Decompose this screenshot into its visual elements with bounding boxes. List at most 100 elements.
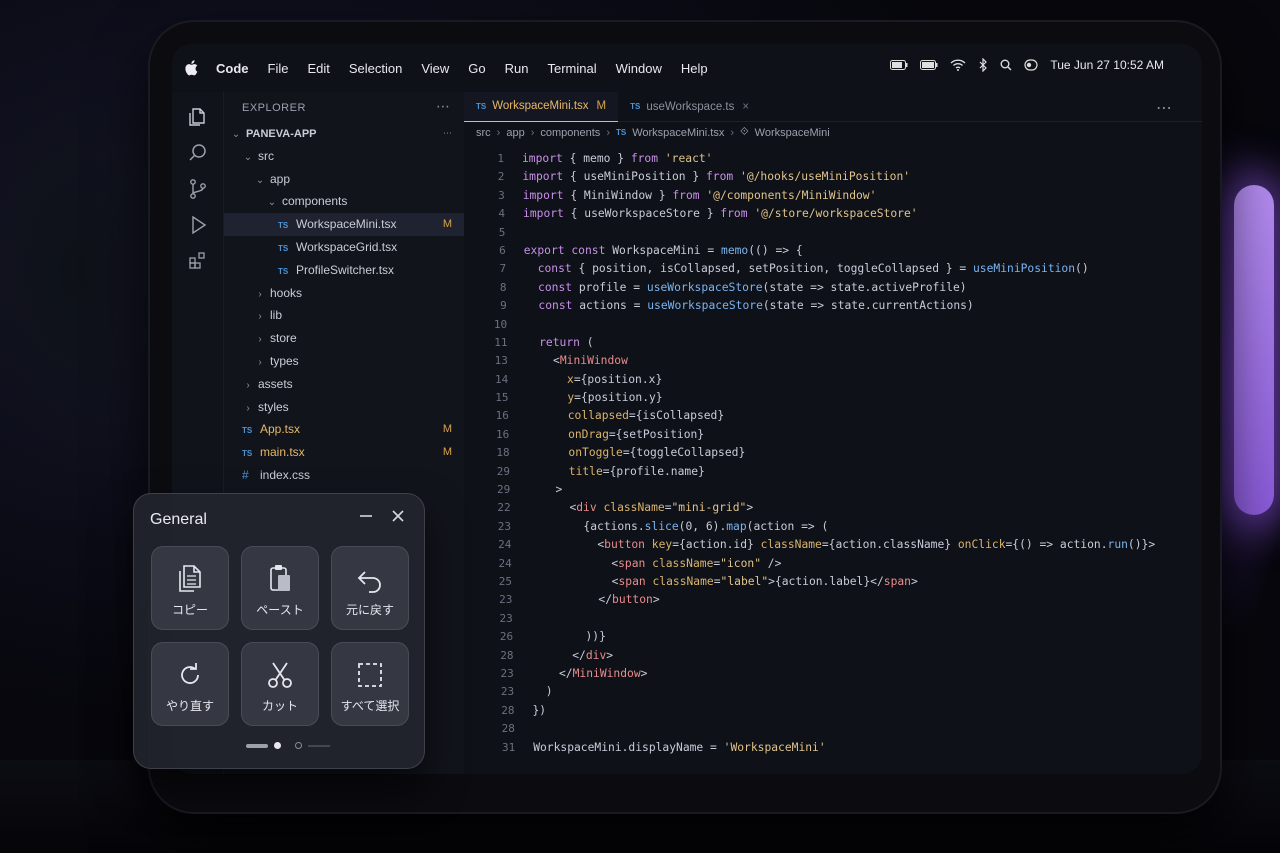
file-item[interactable]: # index.css bbox=[224, 464, 464, 487]
explorer-icon[interactable] bbox=[187, 106, 209, 128]
code-line[interactable]: 11 return ( bbox=[468, 334, 1203, 352]
close-icon[interactable] bbox=[388, 506, 408, 526]
file-item[interactable]: TS App.tsx M bbox=[224, 418, 464, 441]
line-number: 11 bbox=[494, 335, 508, 349]
cut-button[interactable]: カット bbox=[241, 642, 319, 726]
code-line[interactable]: 2 import { useMiniPosition } from '@/hook… bbox=[464, 168, 1202, 186]
menu-view[interactable]: View bbox=[421, 61, 449, 76]
editor-area: TS WorkspaceMini.tsx M TS useWorkspace.t… bbox=[464, 91, 1202, 774]
code-line[interactable]: 23 </button> bbox=[472, 591, 1202, 609]
select-all-button[interactable]: すべて選択 bbox=[331, 642, 409, 726]
code-line[interactable]: 10 bbox=[467, 316, 1202, 334]
code-text: const { position, isCollapsed, setPositi… bbox=[537, 262, 1089, 276]
folder-item[interactable]: › hooks bbox=[224, 282, 464, 305]
breadcrumb-item[interactable]: src bbox=[476, 127, 491, 139]
project-root[interactable]: ⌄ PANEVA-APP ⋯ bbox=[224, 122, 464, 145]
more-actions-icon[interactable]: ⋯ bbox=[436, 98, 450, 115]
code-line[interactable]: 16 collapsed={isCollapsed} bbox=[469, 407, 1202, 425]
file-item[interactable]: TS WorkspaceGrid.tsx bbox=[224, 236, 464, 259]
battery-indicator-icon[interactable] bbox=[890, 60, 908, 70]
menu-go[interactable]: Go bbox=[468, 61, 485, 76]
file-item[interactable]: TS WorkspaceMini.tsx M bbox=[224, 213, 464, 236]
page-indicator[interactable] bbox=[246, 742, 330, 749]
folder-item[interactable]: › store bbox=[224, 327, 464, 350]
file-item[interactable]: TS ProfileSwitcher.tsx bbox=[224, 259, 464, 282]
code-line[interactable]: 26 ))} bbox=[473, 628, 1202, 646]
folder-item[interactable]: ⌄ components bbox=[224, 190, 464, 213]
code-line[interactable]: 4 import { useWorkspaceStore } from '@/st… bbox=[465, 205, 1202, 223]
code-line[interactable]: 28}) bbox=[475, 702, 1203, 720]
code-line[interactable]: 29 > bbox=[470, 481, 1202, 499]
search-icon[interactable] bbox=[187, 142, 209, 164]
folder-item[interactable]: › assets bbox=[224, 373, 464, 396]
code-line[interactable]: 23 bbox=[473, 610, 1202, 628]
light-bar bbox=[1234, 185, 1274, 515]
battery-icon[interactable] bbox=[920, 60, 938, 70]
folder-item[interactable]: › lib bbox=[224, 304, 464, 327]
tab-useworkspace[interactable]: TS useWorkspace.ts × bbox=[618, 92, 761, 122]
code-line[interactable]: 8 const profile = useWorkspaceStore(stat… bbox=[466, 279, 1202, 297]
search-icon[interactable] bbox=[1000, 59, 1012, 71]
code-line[interactable]: 24 <button key={action.id} className={ac… bbox=[471, 536, 1202, 554]
menu-edit[interactable]: Edit bbox=[307, 61, 329, 76]
code-line[interactable]: 9 const actions = useWorkspaceStore(stat… bbox=[467, 297, 1202, 315]
folder-item[interactable]: › types bbox=[224, 350, 464, 373]
redo-button[interactable]: やり直す bbox=[151, 642, 229, 726]
code-line[interactable]: 7 const { position, isCollapsed, setPosi… bbox=[466, 260, 1202, 278]
tab-workspacemini[interactable]: TS WorkspaceMini.tsx M bbox=[464, 91, 619, 122]
breadcrumb-item[interactable]: WorkspaceMini.tsx bbox=[632, 127, 724, 139]
undo-button[interactable]: 元に戻す bbox=[331, 546, 409, 630]
code-line[interactable]: 23 </MiniWindow> bbox=[474, 665, 1202, 683]
extensions-icon[interactable] bbox=[187, 250, 209, 272]
menu-terminal[interactable]: Terminal bbox=[548, 61, 597, 76]
code-line[interactable]: 22 <div className="mini-grid"> bbox=[471, 499, 1202, 517]
file-item[interactable]: TS main.tsx M bbox=[224, 441, 464, 464]
code-line[interactable]: 14 x={position.x} bbox=[468, 371, 1202, 389]
code-line[interactable]: 28 bbox=[475, 720, 1202, 738]
folder-item[interactable]: ⌄ src bbox=[224, 145, 464, 168]
minimize-icon[interactable] bbox=[356, 506, 376, 526]
source-control-icon[interactable] bbox=[187, 178, 209, 200]
close-icon[interactable]: × bbox=[742, 101, 749, 113]
code-line[interactable]: 1 import { memo } from 'react' bbox=[464, 150, 1202, 168]
folder-item[interactable]: ⌄ app bbox=[224, 168, 464, 191]
bluetooth-icon[interactable] bbox=[978, 58, 988, 72]
breadcrumb-item[interactable]: WorkspaceMini bbox=[755, 127, 830, 139]
code-text: x={position.x} bbox=[567, 372, 663, 386]
code-editor[interactable]: 1 import { memo } from 'react' 2 import { u… bbox=[464, 150, 1202, 757]
code-line[interactable]: 31 WorkspaceMini.displayName = 'Workspace… bbox=[475, 739, 1202, 757]
code-text: import { useMiniPosition } from '@/hooks… bbox=[522, 170, 911, 184]
code-line[interactable]: 24 <span className="icon" /> bbox=[472, 555, 1202, 573]
copy-button[interactable]: コピー bbox=[151, 546, 229, 630]
code-line[interactable]: 18 onToggle={toggleCollapsed} bbox=[470, 444, 1202, 462]
menu-clock[interactable]: Tue Jun 27 10:52 AM bbox=[1050, 58, 1164, 72]
menu-file[interactable]: File bbox=[268, 61, 289, 76]
menu-app-name[interactable]: Code bbox=[216, 61, 249, 76]
control-center-icon[interactable] bbox=[1024, 59, 1038, 71]
menu-run[interactable]: Run bbox=[505, 61, 529, 76]
code-line[interactable]: 16 onDrag={setPosition} bbox=[469, 426, 1202, 444]
code-line[interactable]: 15 y={position.y} bbox=[469, 389, 1202, 407]
code-line[interactable]: 3 import { MiniWindow } from '@/component… bbox=[465, 187, 1202, 205]
apple-icon[interactable] bbox=[184, 59, 200, 77]
paste-button[interactable]: ペースト bbox=[241, 546, 319, 630]
more-actions-icon[interactable]: ⋯ bbox=[1156, 98, 1172, 118]
code-line[interactable]: 13 <MiniWindow bbox=[468, 352, 1202, 370]
breadcrumb-item[interactable]: app bbox=[506, 127, 524, 139]
code-line[interactable]: 23 {actions.slice(0, 6).map(action => ( bbox=[471, 518, 1202, 536]
line-number: 14 bbox=[494, 372, 509, 386]
menu-selection[interactable]: Selection bbox=[349, 61, 402, 76]
code-line[interactable]: 28 </div> bbox=[473, 647, 1202, 665]
breadcrumb-item[interactable]: components bbox=[540, 127, 600, 139]
menu-help[interactable]: Help bbox=[681, 61, 708, 76]
code-line[interactable]: 6 export const WorkspaceMini = memo(() =>… bbox=[466, 242, 1202, 260]
folder-item[interactable]: › styles bbox=[224, 396, 464, 419]
menu-window[interactable]: Window bbox=[616, 61, 662, 76]
collapse-icon[interactable]: ⋯ bbox=[443, 122, 452, 145]
code-line[interactable]: 5 bbox=[465, 224, 1202, 242]
run-debug-icon[interactable] bbox=[187, 214, 209, 236]
wifi-icon[interactable] bbox=[950, 59, 966, 71]
code-line[interactable]: 29 title={profile.name} bbox=[470, 463, 1202, 481]
code-line[interactable]: 23 ) bbox=[474, 683, 1202, 701]
code-line[interactable]: 25 <span className="label">{action.label… bbox=[472, 573, 1202, 591]
